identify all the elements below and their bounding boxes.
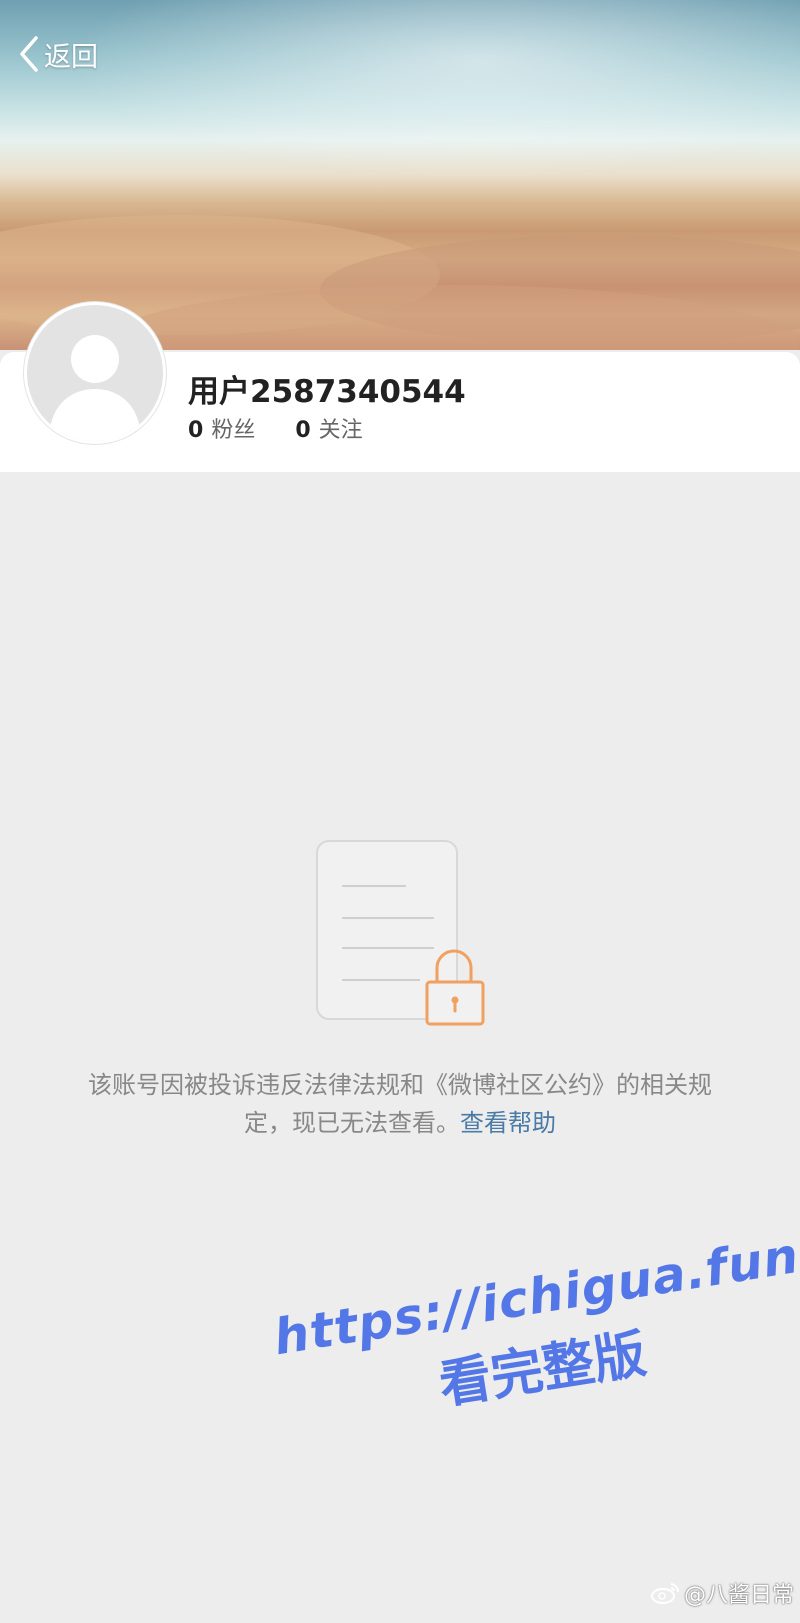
credit: @八酱日常 [650,1577,794,1609]
avatar[interactable] [24,302,166,444]
back-button[interactable]: 返回 [18,34,98,74]
blocked-notice: 该账号因被投诉违反法律法规和《微博社区公约》的相关规定，现已无法查看。查看帮助 [80,1066,720,1142]
default-avatar-icon [27,305,163,441]
username: 用户2587340544 [188,374,466,410]
document-lock-icon [316,840,485,1026]
following-label: 关注 [318,418,363,443]
chevron-left-icon [20,36,38,72]
following-stat[interactable]: 0 关注 [295,412,362,444]
profile-stats: 0 粉丝 0 关注 [188,412,363,444]
weibo-icon [650,1583,679,1604]
credit-text: @八酱日常 [683,1583,794,1608]
fans-stat[interactable]: 0 粉丝 [188,412,255,444]
blocked-message: 该账号因被投诉违反法律法规和《微博社区公约》的相关规定，现已无法查看。 [88,1071,712,1137]
following-count: 0 [295,418,311,443]
fans-count: 0 [188,418,204,443]
avatar-silhouette [49,335,141,441]
watermark: https://ichigua.fun 看完整版 [270,1227,800,1443]
sky-haze [0,0,800,200]
back-label: 返回 [44,41,98,73]
fans-label: 粉丝 [211,418,256,443]
cover-image [0,0,800,350]
help-link[interactable]: 查看帮助 [460,1109,556,1137]
